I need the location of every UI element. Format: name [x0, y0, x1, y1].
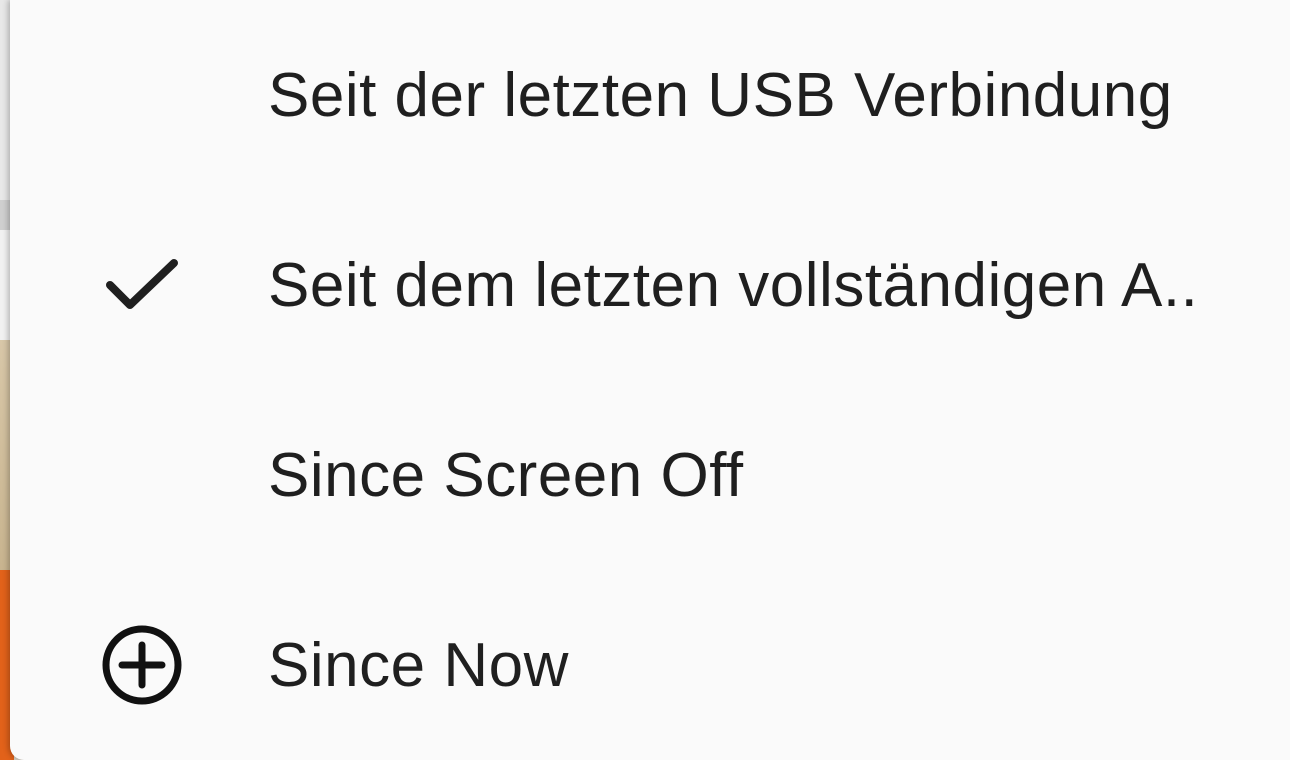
menu-item-since-now[interactable]: Since Now [10, 570, 1290, 760]
menu-item-label: Seit der letzten USB Verbindung [268, 60, 1173, 130]
menu-item-icon-slot [92, 45, 192, 145]
menu-item-label: Since Screen Off [268, 440, 744, 510]
menu-item-since-last-full-charge[interactable]: Seit dem letzten vollständigen A.. [10, 190, 1290, 380]
menu-item-since-screen-off[interactable]: Since Screen Off [10, 380, 1290, 570]
add-circle-icon [92, 615, 192, 715]
menu-item-label: Seit dem letzten vollständigen A.. [268, 250, 1199, 320]
menu-item-icon-slot [92, 425, 192, 525]
check-icon [92, 235, 192, 335]
screen: Seit der letzten USB Verbindung Seit dem… [0, 0, 1290, 760]
menu-item-since-last-usb[interactable]: Seit der letzten USB Verbindung [10, 0, 1290, 190]
popup-menu: Seit der letzten USB Verbindung Seit dem… [10, 0, 1290, 760]
menu-item-label: Since Now [268, 630, 569, 700]
